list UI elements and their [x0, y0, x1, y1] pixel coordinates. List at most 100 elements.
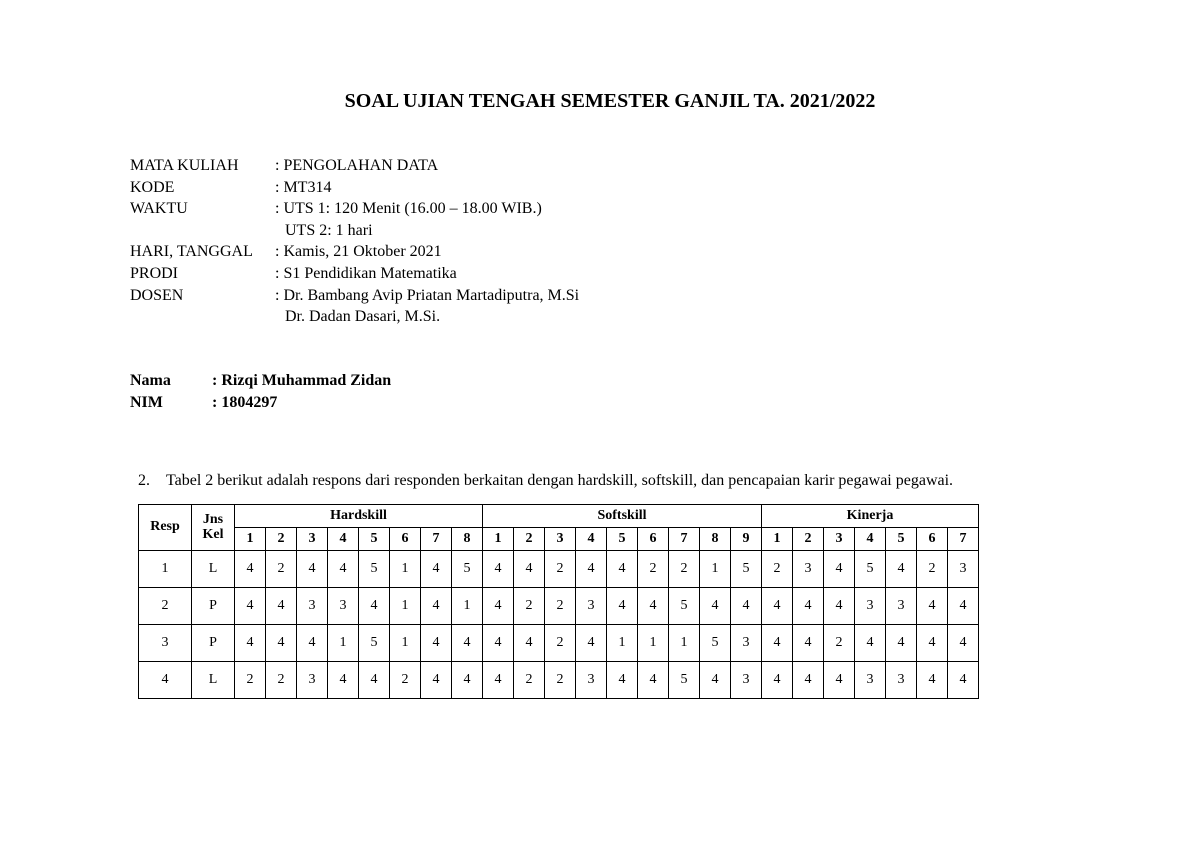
cell-hard: 4	[328, 550, 359, 587]
cell-jns-kel: P	[192, 587, 235, 624]
label-nama: Nama	[130, 372, 212, 390]
cell-soft: 4	[483, 624, 514, 661]
cell-kin: 4	[917, 587, 948, 624]
cell-kin: 4	[762, 661, 793, 698]
th-soft-4: 4	[576, 527, 607, 550]
value-kode: : MT314	[275, 177, 1090, 199]
th-jns-kel: Jns Kel	[192, 504, 235, 550]
cell-hard: 2	[235, 661, 266, 698]
cell-soft: 2	[545, 587, 576, 624]
cell-soft: 4	[638, 661, 669, 698]
label-prodi: PRODI	[130, 263, 275, 285]
cell-kin: 3	[886, 587, 917, 624]
cell-hard: 5	[359, 624, 390, 661]
cell-soft: 4	[514, 624, 545, 661]
cell-hard: 3	[297, 661, 328, 698]
cell-soft: 5	[731, 550, 762, 587]
th-soft-3: 3	[545, 527, 576, 550]
th-kin-3: 3	[824, 527, 855, 550]
th-soft-1: 1	[483, 527, 514, 550]
cell-hard: 4	[297, 550, 328, 587]
cell-hard: 1	[390, 550, 421, 587]
cell-soft: 2	[669, 550, 700, 587]
th-softskill: Softskill	[483, 504, 762, 527]
th-soft-8: 8	[700, 527, 731, 550]
cell-soft: 4	[638, 587, 669, 624]
table-row: 2P443341414223445444443344	[139, 587, 979, 624]
cell-soft: 2	[545, 550, 576, 587]
cell-soft: 3	[731, 661, 762, 698]
cell-hard: 4	[328, 661, 359, 698]
table-row: 4L223442444223445434443344	[139, 661, 979, 698]
th-kin-6: 6	[917, 527, 948, 550]
th-kin-4: 4	[855, 527, 886, 550]
cell-soft: 4	[483, 550, 514, 587]
cell-kin: 4	[793, 661, 824, 698]
cell-hard: 4	[359, 587, 390, 624]
cell-soft: 4	[607, 550, 638, 587]
cell-soft: 4	[607, 661, 638, 698]
cell-soft: 3	[576, 587, 607, 624]
cell-soft: 5	[669, 587, 700, 624]
cell-kin: 3	[855, 587, 886, 624]
cell-kin: 3	[948, 550, 979, 587]
th-kin-1: 1	[762, 527, 793, 550]
cell-hard: 4	[235, 550, 266, 587]
cell-kin: 4	[824, 550, 855, 587]
cell-kin: 4	[886, 624, 917, 661]
cell-hard: 4	[421, 661, 452, 698]
cell-hard: 2	[266, 661, 297, 698]
cell-soft: 5	[700, 624, 731, 661]
value-nim: : 1804297	[212, 394, 277, 412]
cell-kin: 4	[793, 624, 824, 661]
cell-kin: 2	[762, 550, 793, 587]
th-hard-5: 5	[359, 527, 390, 550]
label-kode: KODE	[130, 177, 275, 199]
cell-resp: 2	[139, 587, 192, 624]
cell-hard: 3	[328, 587, 359, 624]
cell-soft: 4	[731, 587, 762, 624]
label-waktu: WAKTU	[130, 198, 275, 220]
cell-hard: 4	[421, 587, 452, 624]
th-jns-line2: Kel	[203, 527, 224, 542]
value-waktu-2: UTS 2: 1 hari	[275, 220, 1090, 242]
cell-hard: 2	[390, 661, 421, 698]
th-kin-2: 2	[793, 527, 824, 550]
question-text: Tabel 2 berikut adalah respons dari resp…	[166, 472, 1090, 490]
cell-resp: 4	[139, 661, 192, 698]
value-nama: : Rizqi Muhammad Zidan	[212, 372, 391, 390]
cell-soft: 2	[638, 550, 669, 587]
cell-hard: 4	[421, 550, 452, 587]
cell-soft: 4	[700, 587, 731, 624]
cell-kin: 3	[855, 661, 886, 698]
value-prodi: : S1 Pendidikan Matematika	[275, 263, 1090, 285]
cell-kin: 3	[793, 550, 824, 587]
cell-hard: 1	[390, 624, 421, 661]
cell-soft: 1	[700, 550, 731, 587]
cell-kin: 4	[917, 624, 948, 661]
cell-kin: 2	[824, 624, 855, 661]
th-hard-1: 1	[235, 527, 266, 550]
th-soft-6: 6	[638, 527, 669, 550]
value-dosen-1: : Dr. Bambang Avip Priatan Martadiputra,…	[275, 285, 1090, 307]
cell-soft: 4	[700, 661, 731, 698]
cell-resp: 3	[139, 624, 192, 661]
cell-soft: 4	[483, 661, 514, 698]
cell-soft: 4	[576, 550, 607, 587]
th-soft-7: 7	[669, 527, 700, 550]
cell-hard: 1	[390, 587, 421, 624]
th-kin-7: 7	[948, 527, 979, 550]
cell-soft: 4	[607, 587, 638, 624]
cell-soft: 3	[731, 624, 762, 661]
cell-kin: 5	[855, 550, 886, 587]
cell-hard: 4	[235, 587, 266, 624]
cell-hard: 5	[359, 550, 390, 587]
cell-hard: 4	[297, 624, 328, 661]
cell-hard: 1	[452, 587, 483, 624]
cell-kin: 4	[886, 550, 917, 587]
page-title: SOAL UJIAN TENGAH SEMESTER GANJIL TA. 20…	[130, 90, 1090, 113]
th-kinerja: Kinerja	[762, 504, 979, 527]
cell-soft: 2	[514, 661, 545, 698]
cell-soft: 4	[483, 587, 514, 624]
cell-kin: 4	[948, 587, 979, 624]
